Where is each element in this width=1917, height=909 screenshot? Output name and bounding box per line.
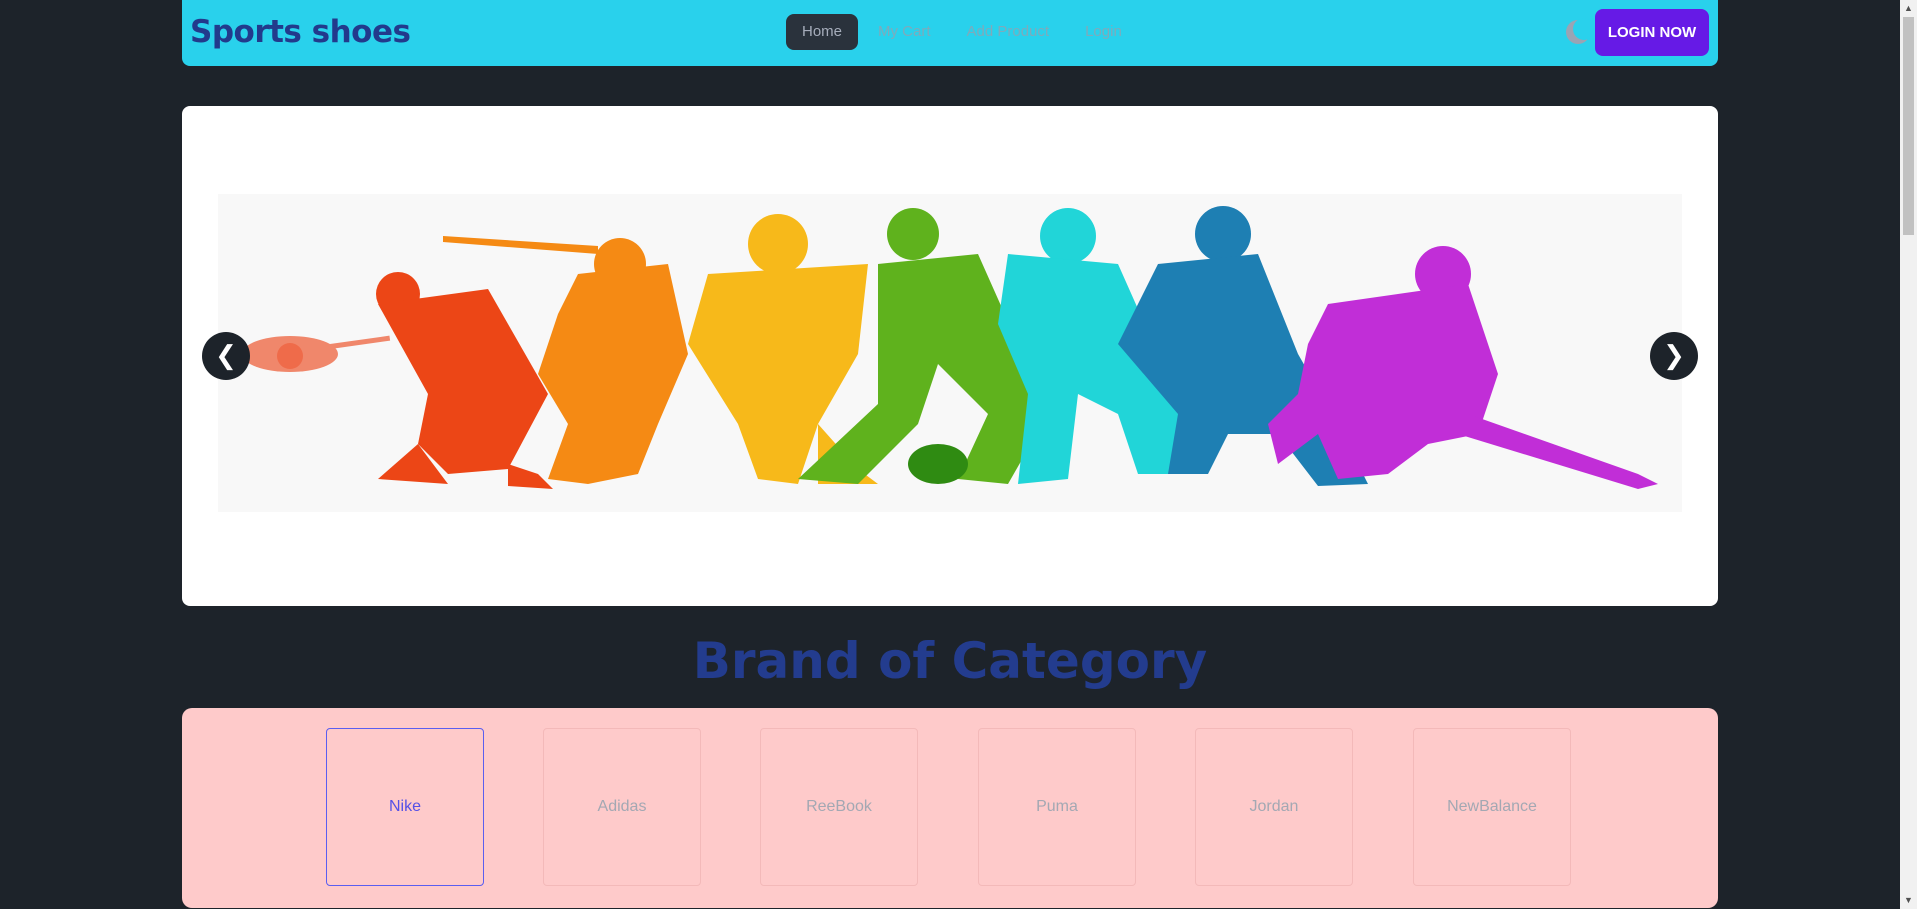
tab-jordan[interactable]: Jordan (1195, 728, 1353, 886)
tab-newbalance[interactable]: NewBalance (1413, 728, 1571, 886)
tab-nike[interactable]: Nike (326, 728, 484, 886)
brand-tabs-panel: Nike Adidas ReeBook Puma Jordan NewBalan… (182, 708, 1718, 908)
sports-banner-image (218, 194, 1682, 512)
brand-logo[interactable]: Sports shoes (190, 14, 411, 50)
tab-reebook[interactable]: ReeBook (760, 728, 918, 886)
navbar: Sports shoes Home My Cart Add Product Lo… (182, 0, 1718, 66)
tab-adidas[interactable]: Adidas (543, 728, 701, 886)
scrollbar-thumb[interactable] (1903, 17, 1914, 235)
scroll-up-icon[interactable]: ▲ (1900, 0, 1917, 17)
carousel-prev-button[interactable]: ❮ (202, 332, 250, 380)
tab-puma[interactable]: Puma (978, 728, 1136, 886)
scroll-down-icon[interactable]: ▼ (1900, 892, 1917, 909)
section-title: Brand of Category (692, 632, 1208, 690)
nav-item-login[interactable]: Login (1069, 14, 1138, 50)
nav-item-home[interactable]: Home (786, 14, 859, 50)
moon-icon[interactable] (1564, 18, 1592, 46)
nav-menu: Home My Cart Add Product Login (786, 14, 1138, 50)
nav-item-my-cart[interactable]: My Cart (862, 14, 947, 50)
nav-item-add-product[interactable]: Add Product (951, 14, 1066, 50)
page-scrollbar[interactable]: ▲ ▼ (1900, 0, 1917, 909)
hero-carousel: ❮ ❯ (182, 106, 1718, 606)
login-now-button[interactable]: LOGIN NOW (1595, 9, 1709, 56)
carousel-next-button[interactable]: ❯ (1650, 332, 1698, 380)
